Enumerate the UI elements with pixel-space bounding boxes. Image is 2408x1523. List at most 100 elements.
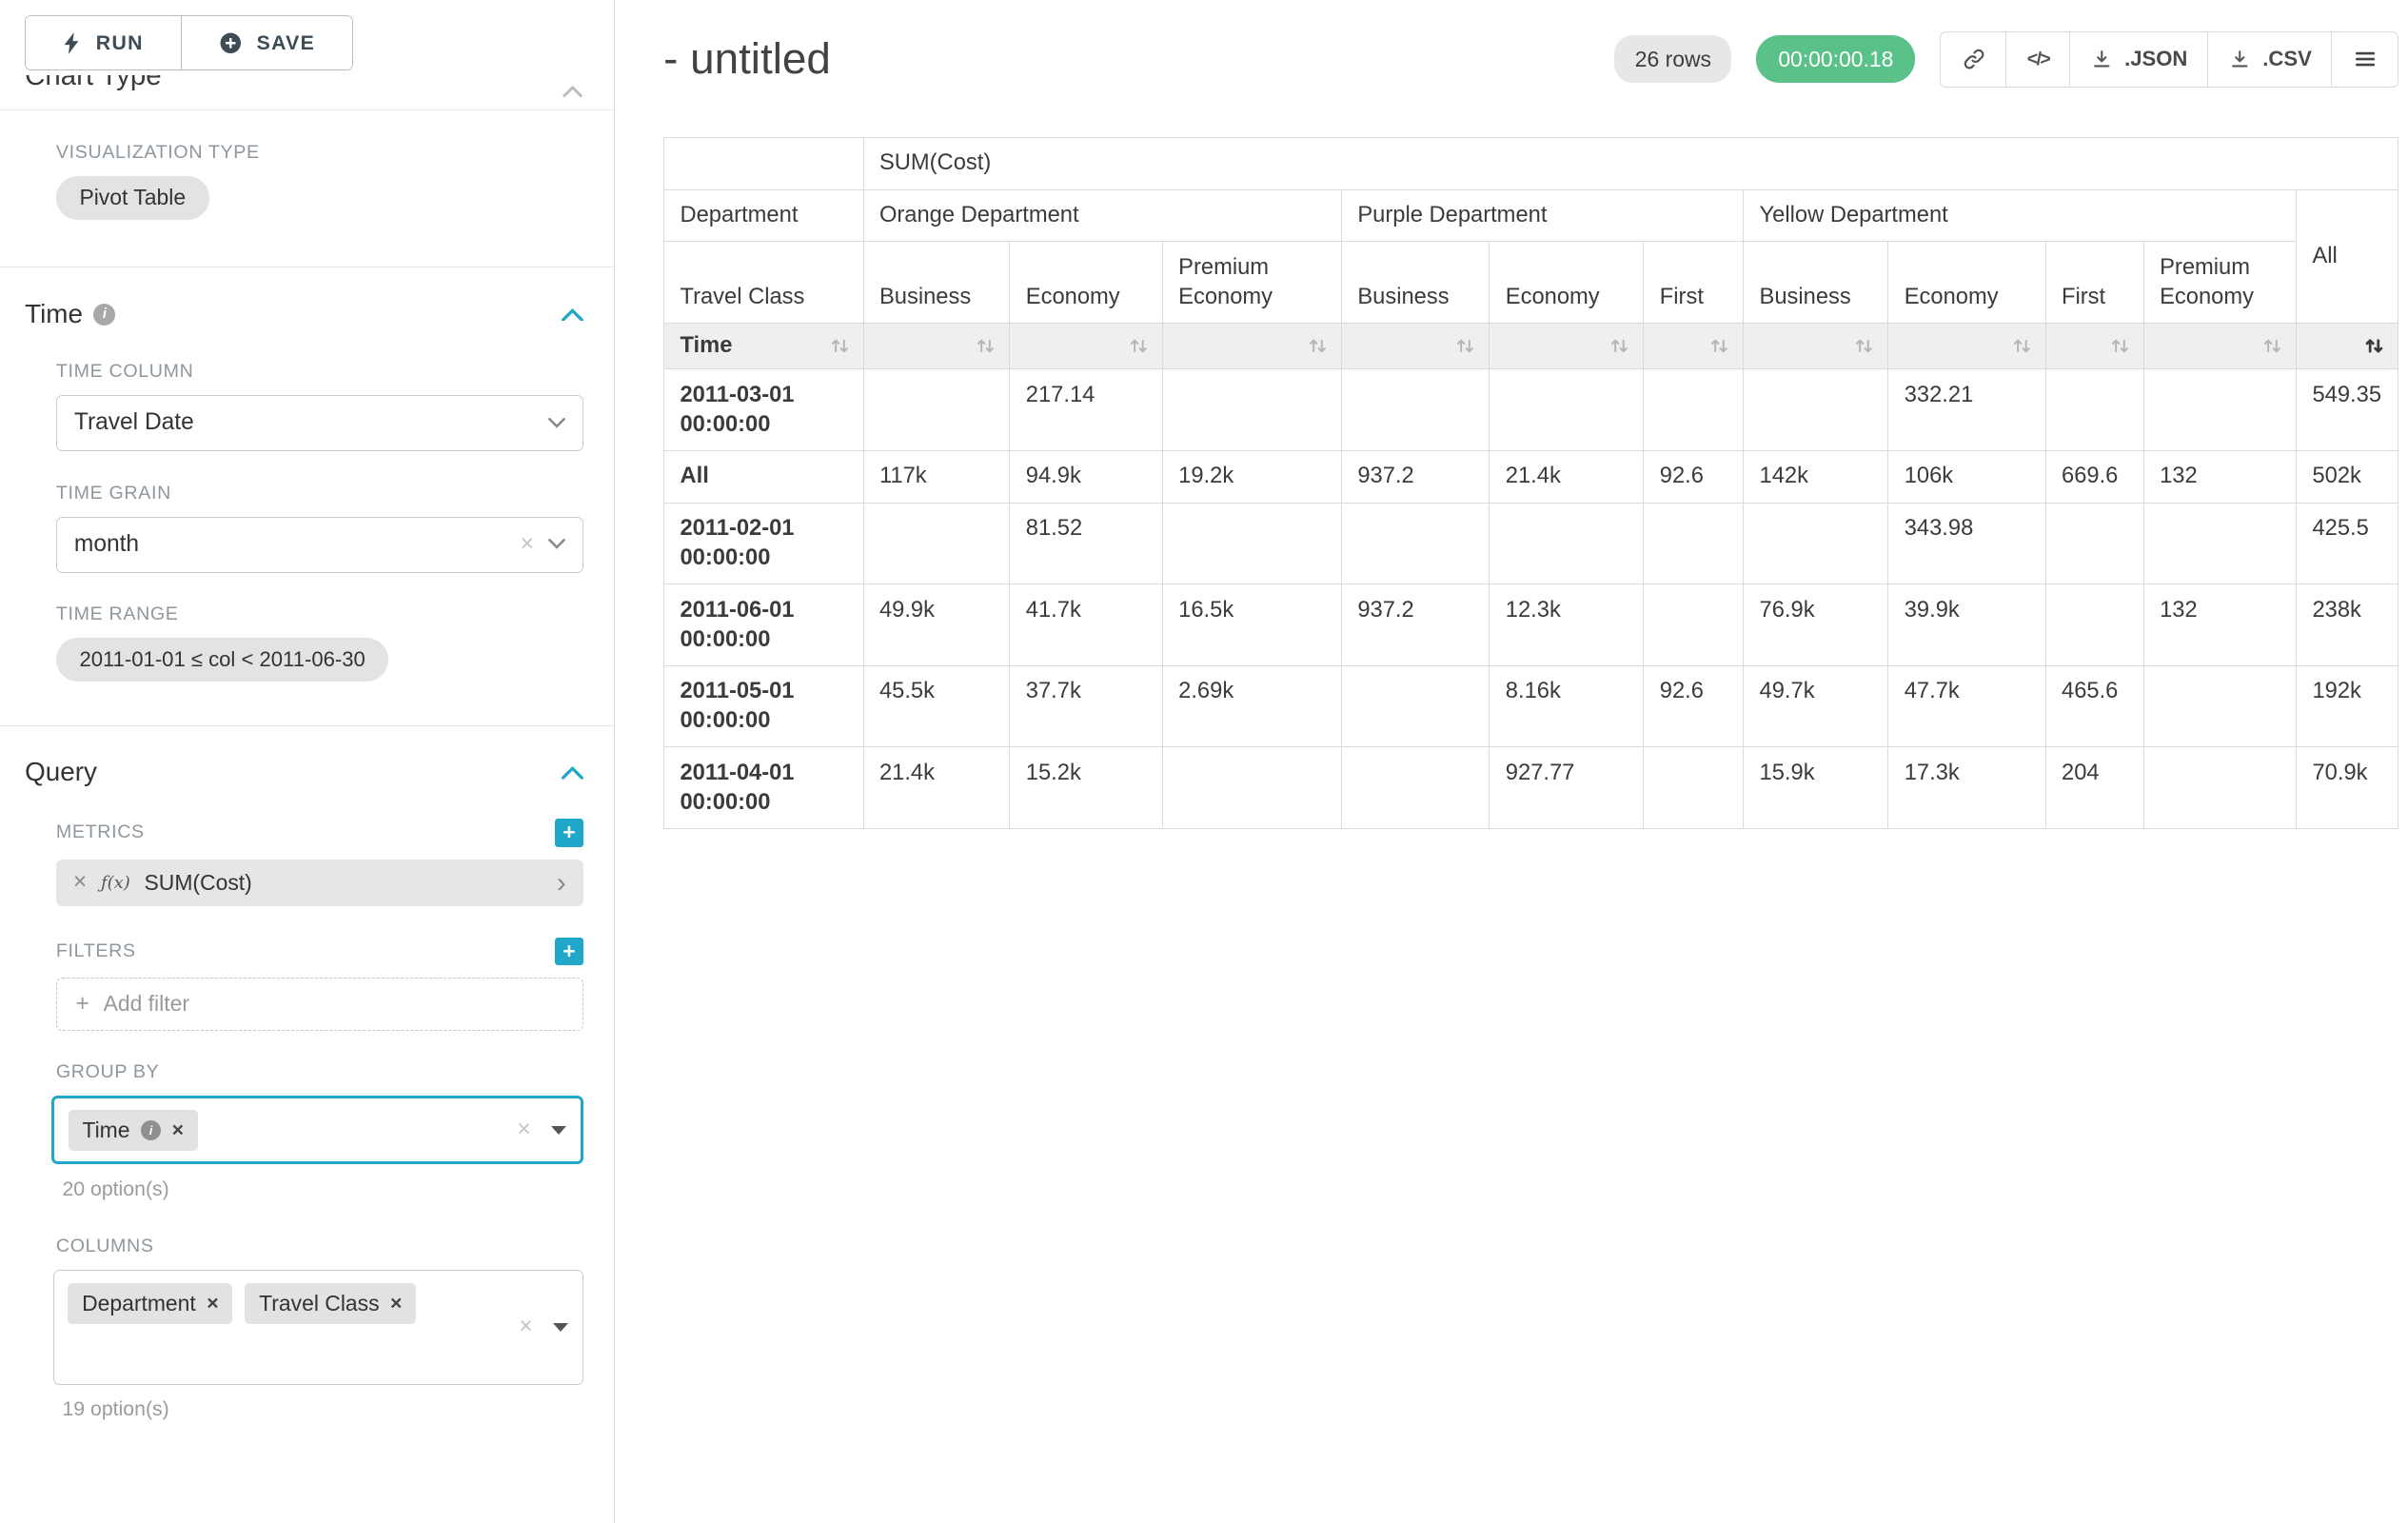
chart-area: - untitled 26 rows 00:00:00.18 </> .JSON (615, 0, 2408, 1523)
sort-header-row: Time (664, 324, 2398, 369)
cell (1341, 369, 1489, 451)
columns-label: COLUMNS (56, 1236, 583, 1257)
remove-icon[interactable]: × (207, 1294, 218, 1314)
sort-icon[interactable] (1307, 335, 1329, 357)
info-icon[interactable]: i (141, 1120, 161, 1140)
cell (1644, 369, 1744, 451)
sort-icon[interactable] (975, 335, 997, 357)
run-label: RUN (96, 31, 144, 55)
tag-label: Department (82, 1291, 196, 1316)
chevron-up-icon[interactable] (563, 85, 582, 97)
sort-cell (1341, 324, 1489, 369)
cell: 332.21 (1888, 369, 2045, 451)
cell (1341, 503, 1489, 584)
remove-icon[interactable]: × (390, 1294, 402, 1314)
sort-cell (1162, 324, 1341, 369)
clear-icon[interactable]: × (519, 1315, 532, 1339)
cell: 12.3k (1490, 584, 1644, 666)
export-csv-button[interactable]: .CSV (2207, 31, 2333, 88)
time-column-select[interactable]: Travel Date (56, 395, 583, 451)
cell: 70.9k (2297, 747, 2398, 829)
remove-icon[interactable]: × (172, 1120, 184, 1140)
clear-icon[interactable]: × (517, 1118, 530, 1142)
cell: 41.7k (1010, 584, 1162, 666)
time-range-label: TIME RANGE (56, 603, 583, 625)
sort-icon[interactable] (1708, 335, 1730, 357)
sort-desc-icon[interactable] (2363, 335, 2385, 357)
sort-icon[interactable] (2011, 335, 2033, 357)
panel-topbar: RUN SAVE (0, 0, 614, 70)
chevron-up-icon[interactable] (562, 765, 583, 780)
info-icon[interactable]: i (93, 304, 115, 326)
time-section-header[interactable]: Time i (25, 299, 583, 329)
group-by-tag[interactable]: Time i × (69, 1110, 198, 1151)
chevron-right-icon[interactable]: › (557, 869, 566, 897)
cell: 549.35 (2297, 369, 2398, 451)
cell: 92.6 (1644, 665, 1744, 747)
add-filter-plus-button[interactable]: + (555, 938, 582, 965)
sort-icon[interactable] (1853, 335, 1875, 357)
class-header-cell: Business (863, 242, 1010, 324)
embed-code-button[interactable]: </> (2005, 31, 2070, 88)
more-menu-button[interactable] (2331, 31, 2398, 88)
cell: 92.6 (1644, 450, 1744, 503)
travel-class-header-row: Travel Class Business Economy Premium Ec… (664, 242, 2398, 324)
time-grain-select[interactable]: month × (56, 517, 583, 573)
chevron-up-icon[interactable] (562, 307, 583, 322)
time-range-pill[interactable]: 2011-01-01 ≤ col < 2011-06-30 (56, 638, 388, 682)
sort-cell (2045, 324, 2143, 369)
columns-axis-label-cell: Department (664, 189, 863, 242)
cell (1490, 369, 1644, 451)
table-row: 2011-02-01 00:00:00 81.52 343.98 425.5 (664, 503, 2398, 584)
cell: 106k (1888, 450, 2045, 503)
add-metric-button[interactable]: + (555, 819, 582, 846)
download-icon (2090, 48, 2114, 71)
save-label: SAVE (257, 31, 316, 55)
group-by-options-hint: 20 option(s) (62, 1177, 582, 1201)
row-label: 2011-06-01 00:00:00 (664, 584, 863, 666)
copy-link-button[interactable] (1940, 31, 2007, 88)
time-column-label: TIME COLUMN (56, 361, 583, 383)
query-duration-badge: 00:00:00.18 (1756, 35, 1915, 83)
row-label: 2011-05-01 00:00:00 (664, 665, 863, 747)
metric-header-row: SUM(Cost) (664, 137, 2398, 189)
sort-icon[interactable] (1609, 335, 1630, 357)
plus-circle-icon (219, 31, 243, 55)
sort-icon[interactable] (1454, 335, 1476, 357)
cell (1341, 747, 1489, 829)
sort-icon[interactable] (2109, 335, 2131, 357)
export-toolbar: </> .JSON .CSV (1940, 31, 2398, 88)
cell: 49.7k (1744, 665, 1888, 747)
cell: 47.7k (1888, 665, 2045, 747)
export-json-button[interactable]: .JSON (2069, 31, 2209, 88)
remove-icon[interactable]: × (73, 871, 87, 895)
columns-options-hint: 19 option(s) (62, 1397, 582, 1421)
metric-pill[interactable]: × ƒ(x) SUM(Cost) › (56, 860, 583, 906)
save-button[interactable]: SAVE (181, 16, 352, 69)
chart-title[interactable]: - untitled (663, 34, 831, 84)
query-section-header[interactable]: Query (25, 757, 583, 787)
clear-icon[interactable]: × (521, 533, 534, 557)
sort-icon[interactable] (1128, 335, 1150, 357)
chevron-down-icon (548, 418, 565, 428)
run-button[interactable]: RUN (26, 16, 181, 69)
cell (1644, 584, 1744, 666)
sort-icon[interactable] (829, 335, 851, 357)
cell (1341, 665, 1489, 747)
group-by-select[interactable]: Time i × × (51, 1096, 583, 1164)
bolt-icon (63, 32, 82, 54)
department-header-cell: Yellow Department (1744, 189, 2297, 242)
cell: 19.2k (1162, 450, 1341, 503)
cell (2143, 747, 2296, 829)
cell: 21.4k (863, 747, 1010, 829)
sort-icon[interactable] (2261, 335, 2283, 357)
visualization-type-pill[interactable]: Pivot Table (56, 176, 209, 221)
row-label: All (664, 450, 863, 503)
columns-tag[interactable]: Department × (68, 1283, 232, 1324)
cell (1162, 747, 1341, 829)
control-panel: RUN SAVE Chart Type VISUALIZATION TYPE P… (0, 0, 615, 1523)
add-filter-button[interactable]: + Add filter (56, 978, 583, 1031)
columns-tag[interactable]: Travel Class × (245, 1283, 416, 1324)
cell: 204 (2045, 747, 2143, 829)
columns-select[interactable]: Department × Travel Class × × (53, 1270, 583, 1385)
